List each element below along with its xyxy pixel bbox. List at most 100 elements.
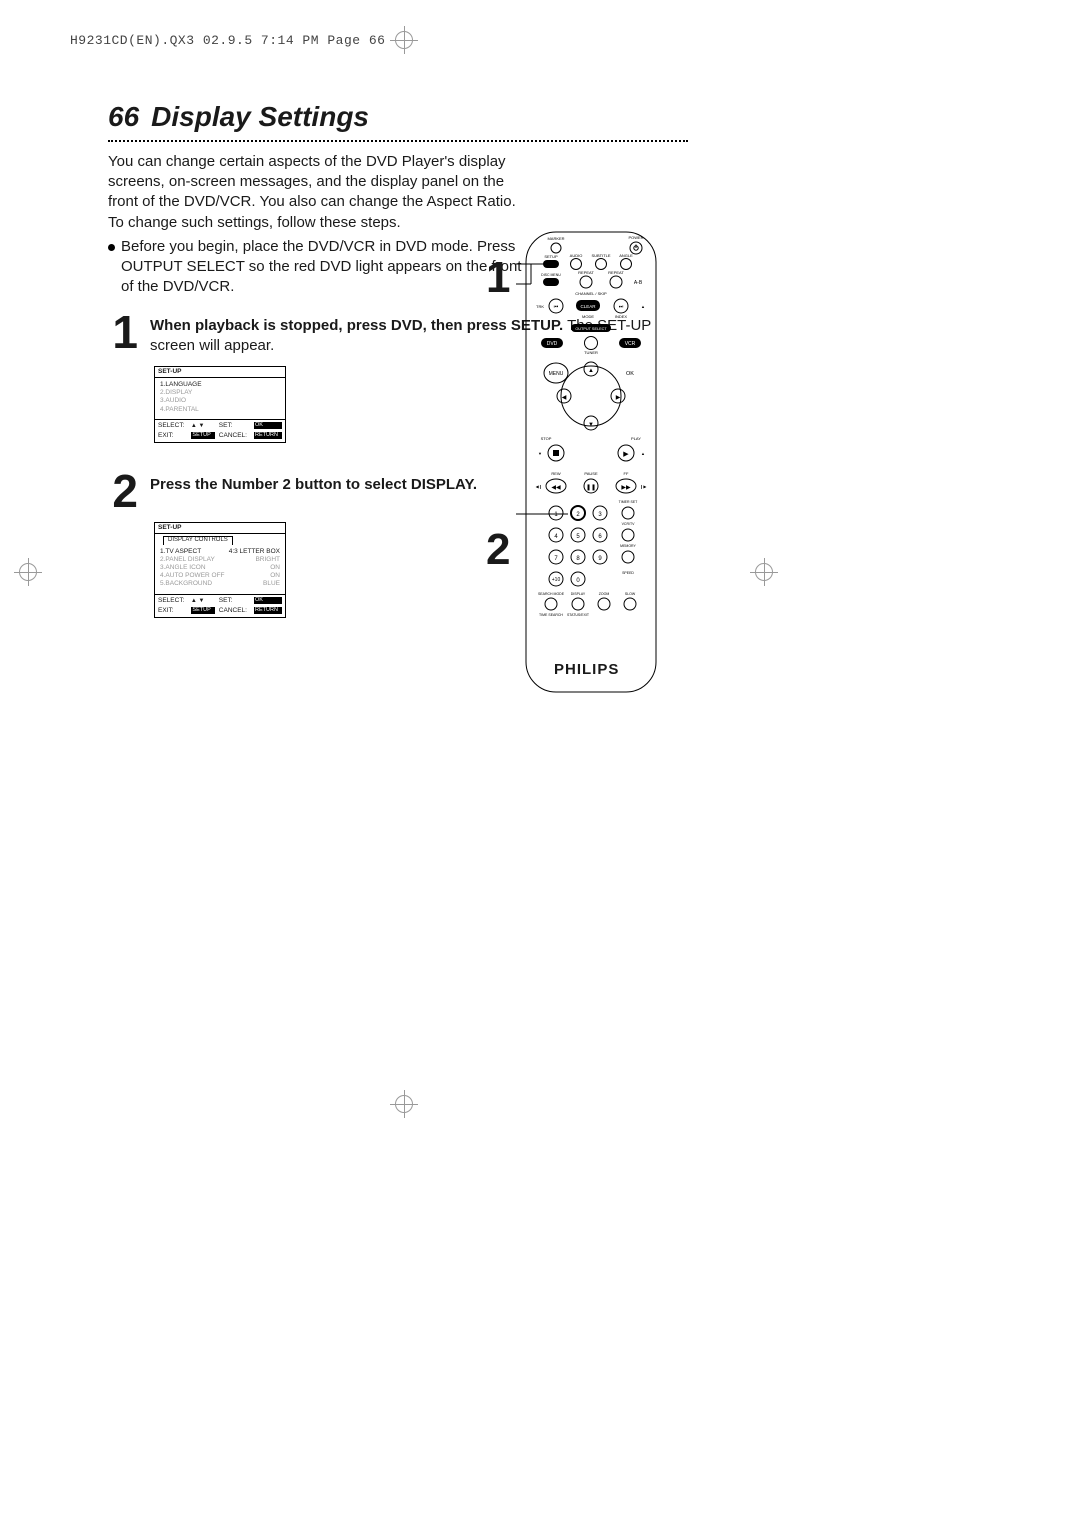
osd-footer-label: EXIT: bbox=[158, 607, 187, 615]
label-time-search: TIME SEARCH bbox=[539, 613, 563, 617]
osd-setup-screen-1: SET-UP 1.LANGUAGE 2.DISPLAY 3.AUDIO 4.PA… bbox=[154, 366, 286, 443]
label-mode: MODE bbox=[582, 314, 594, 319]
svg-text:5: 5 bbox=[576, 534, 580, 540]
label-tuner: TUNER bbox=[584, 350, 598, 355]
callout-number-2: 2 bbox=[486, 520, 510, 579]
step-2-bold: Press the Number 2 button to select DISP… bbox=[150, 476, 477, 493]
osd-item: 4.PARENTAL bbox=[160, 406, 280, 414]
osd-title: SET-UP bbox=[155, 367, 285, 378]
osd-footer-label: SET: bbox=[219, 422, 250, 430]
label-play: PLAY bbox=[631, 436, 641, 441]
osd-setup-screen-2: SET-UP DISPLAY CONTROLS 1.TV ASPECT 4:3 … bbox=[154, 522, 286, 618]
osd-row-left: 4.AUTO POWER OFF bbox=[160, 572, 225, 580]
label-memory: MEMORY bbox=[620, 544, 636, 548]
svg-text:2: 2 bbox=[576, 512, 580, 518]
label-status-exit: STATUS/EXIT bbox=[567, 613, 590, 617]
osd-item: 2.DISPLAY bbox=[160, 389, 280, 397]
label-index: ▲ bbox=[641, 304, 645, 309]
svg-text:▲: ▲ bbox=[588, 368, 594, 374]
svg-text:▼: ▼ bbox=[588, 422, 594, 428]
intro-paragraph: You can change certain aspects of the DV… bbox=[108, 152, 528, 233]
svg-text:◀❙: ◀❙ bbox=[536, 484, 542, 489]
bullet-text: Before you begin, place the DVD/VCR in D… bbox=[121, 237, 528, 298]
osd-row: 5.BACKGROUND BLUE bbox=[160, 580, 280, 588]
step-1-bold: When playback is stopped, press DVD, the… bbox=[150, 317, 563, 334]
osd-row: 4.AUTO POWER OFF ON bbox=[160, 572, 280, 580]
svg-text:▶: ▶ bbox=[623, 451, 629, 458]
svg-text:6: 6 bbox=[598, 534, 602, 540]
label-search-mode: SEARCH MODE bbox=[538, 592, 565, 596]
print-header: H9231CD(EN).QX3 02.9.5 7:14 PM Page 66 bbox=[70, 32, 385, 50]
remote-svg: MARKER POWER SETUP AUDIO SUBTITLE ANGLE … bbox=[516, 228, 666, 698]
osd-row: 1.TV ASPECT 4:3 LETTER BOX bbox=[160, 548, 280, 556]
label-vcr-tv: VCR/TV bbox=[622, 522, 636, 526]
label-channel-skip: CHANNEL / SKIP bbox=[575, 291, 607, 296]
registration-mark bbox=[750, 558, 778, 586]
label-speed: SPEED bbox=[622, 571, 634, 575]
label-ff: FF bbox=[624, 471, 629, 476]
svg-text:❚❚: ❚❚ bbox=[586, 484, 596, 491]
page-title-row: 66 Display Settings bbox=[108, 98, 688, 136]
svg-text:❙▶: ❙▶ bbox=[640, 484, 647, 489]
label-repeat: REPEAT bbox=[578, 270, 594, 275]
osd-key: RETURN bbox=[254, 432, 282, 439]
osd-footer-label: SELECT: bbox=[158, 597, 187, 605]
osd-row-right: ON bbox=[270, 572, 280, 580]
bullet-icon bbox=[108, 244, 115, 251]
svg-text:1: 1 bbox=[554, 512, 558, 518]
callout-number-1: 1 bbox=[486, 248, 510, 307]
svg-text:7: 7 bbox=[554, 556, 558, 562]
osd-footer-label: CANCEL: bbox=[219, 607, 250, 615]
osd-row-right: BRIGHT bbox=[255, 556, 280, 564]
arrow-up-down-icon: ▲ ▼ bbox=[191, 423, 215, 429]
svg-text:3: 3 bbox=[598, 512, 602, 518]
step-number: 1 bbox=[108, 312, 138, 353]
page-number: 66 bbox=[108, 98, 139, 136]
svg-text:⏮: ⏮ bbox=[554, 304, 559, 310]
osd-key: SETUP bbox=[191, 607, 215, 614]
label-timer-set: TIMER SET bbox=[619, 500, 639, 504]
svg-text:◀: ◀ bbox=[562, 395, 567, 401]
osd-row-right: BLUE bbox=[263, 580, 280, 588]
osd-row-left: 3.ANGLE ICON bbox=[160, 564, 206, 572]
label-discmenu: DISC MENU bbox=[541, 273, 561, 277]
svg-text:◀◀: ◀◀ bbox=[551, 485, 561, 491]
osd-row-left: 1.TV ASPECT bbox=[160, 548, 201, 556]
label-pause: PAUSE bbox=[584, 471, 598, 476]
label-plus10: +10 bbox=[552, 577, 561, 583]
label-output-select: OUTPUT SELECT bbox=[575, 327, 607, 331]
label-power: POWER bbox=[628, 235, 643, 240]
osd-item: 1.LANGUAGE bbox=[160, 381, 280, 389]
registration-mark bbox=[14, 558, 42, 586]
label-marker: MARKER bbox=[547, 236, 564, 241]
bullet-item: Before you begin, place the DVD/VCR in D… bbox=[108, 237, 528, 298]
osd-title: SET-UP bbox=[155, 523, 285, 534]
osd-key: RETURN bbox=[254, 607, 282, 614]
label-rew: REW bbox=[551, 471, 561, 476]
remote-diagram: 1 2 MARKER POWER SETUP AUDIO SUBTITLE AN… bbox=[516, 228, 676, 698]
label-repeat-ab: REPEAT bbox=[608, 270, 624, 275]
label-subtitle: SUBTITLE bbox=[591, 253, 610, 258]
remote-brand: PHILIPS bbox=[554, 660, 619, 680]
osd-footer-label: CANCEL: bbox=[219, 432, 250, 440]
label-vcr: VCR bbox=[625, 341, 636, 347]
title-divider bbox=[108, 140, 688, 142]
osd-row-left: 5.BACKGROUND bbox=[160, 580, 212, 588]
osd-footer-label: SELECT: bbox=[158, 422, 187, 430]
osd-key: OK bbox=[254, 597, 282, 604]
label-slow: SLOW bbox=[625, 592, 636, 596]
label-a-b: A-B bbox=[634, 280, 643, 286]
svg-text:▶▶: ▶▶ bbox=[621, 485, 631, 491]
osd-item: 3.AUDIO bbox=[160, 397, 280, 405]
osd-footer-label: SET: bbox=[219, 597, 250, 605]
svg-text:▶: ▶ bbox=[616, 395, 621, 401]
label-index2: INDEX bbox=[615, 314, 628, 319]
svg-text:4: 4 bbox=[554, 534, 558, 540]
svg-text:▼: ▼ bbox=[538, 451, 542, 456]
svg-text:▲: ▲ bbox=[641, 451, 645, 456]
label-menu: MENU bbox=[549, 371, 564, 377]
svg-text:8: 8 bbox=[576, 556, 580, 562]
step-number: 2 bbox=[108, 471, 138, 512]
label-ok: OK bbox=[626, 371, 634, 377]
registration-mark bbox=[390, 1090, 418, 1118]
